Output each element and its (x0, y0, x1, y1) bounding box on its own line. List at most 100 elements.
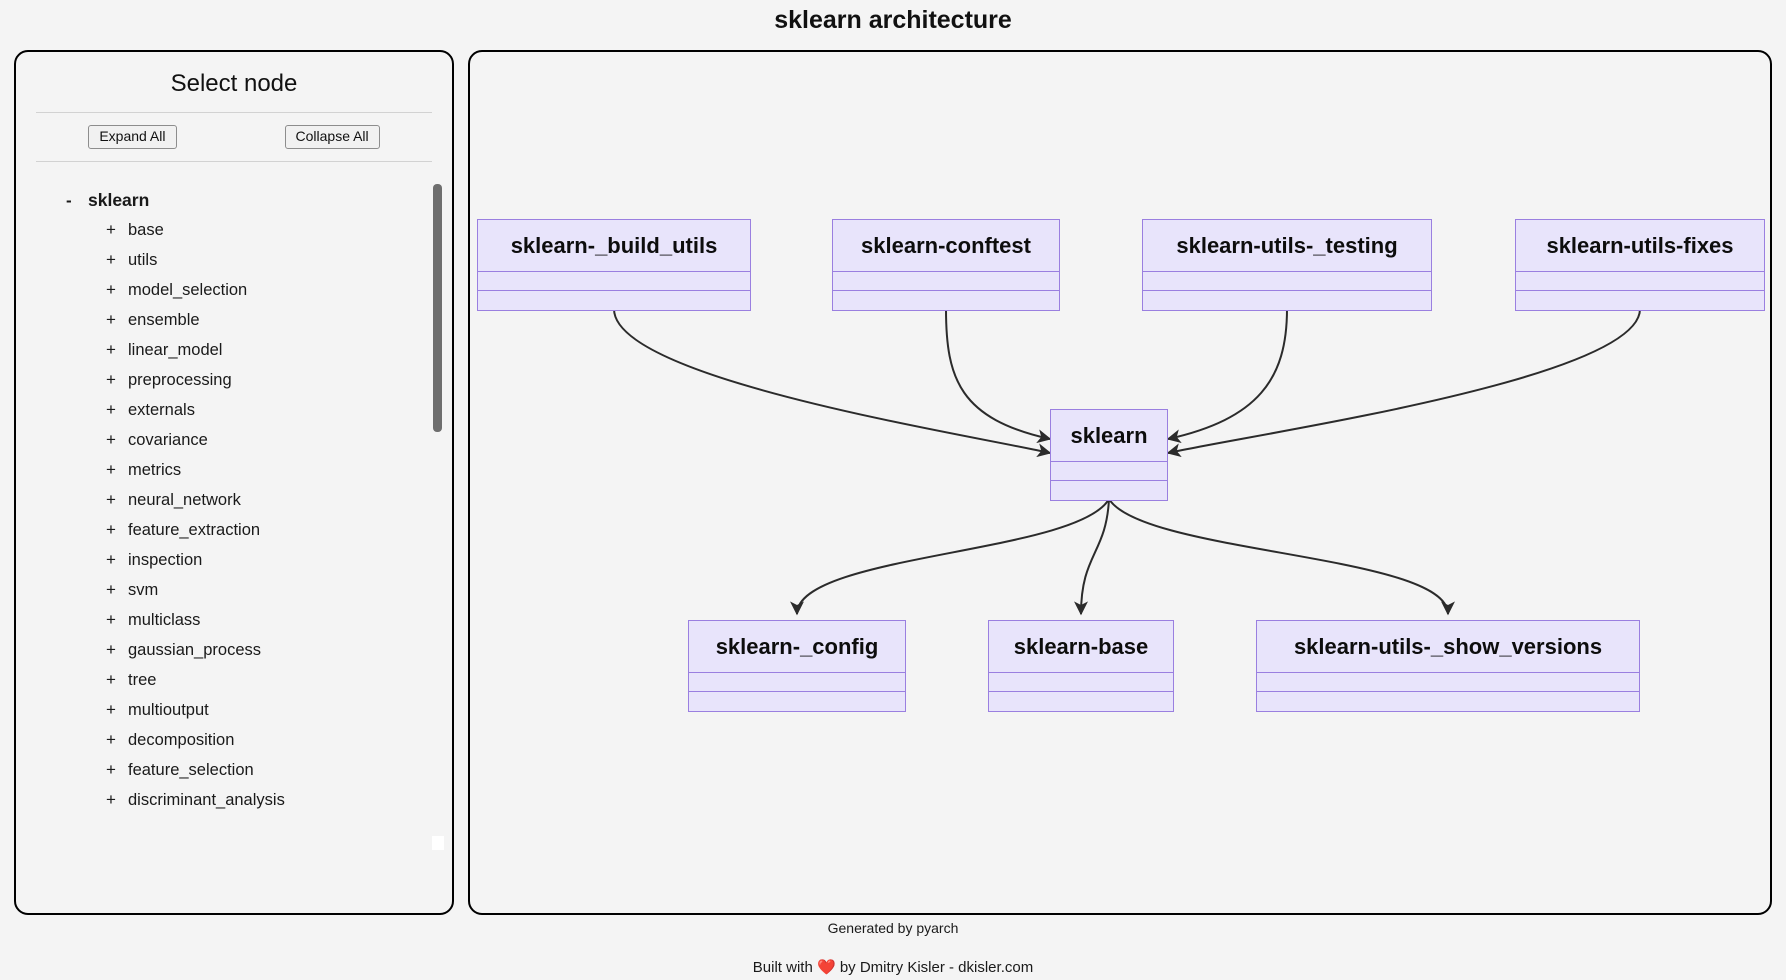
tree-item-label: utils (128, 251, 158, 270)
tree-item-tree[interactable]: + tree (16, 670, 452, 700)
tree-item-gaussian_process[interactable]: + gaussian_process (16, 640, 452, 670)
tree-item-label: linear_model (128, 341, 223, 360)
uml-node-sklearn[interactable]: sklearn (1050, 409, 1168, 501)
uml-node-methods-row (689, 692, 905, 711)
heart-icon: ❤️ (816, 959, 836, 976)
tree-item-neural_network[interactable]: + neural_network (16, 490, 452, 520)
uml-node-methods-row (478, 291, 750, 310)
expand-icon[interactable]: + (106, 610, 128, 630)
uml-node-title: sklearn-conftest (833, 220, 1059, 272)
uml-node-title: sklearn-utils-_testing (1143, 220, 1431, 272)
tree-item-label: metrics (128, 461, 182, 480)
panel-title: Select node (170, 70, 298, 97)
tree-scrollbar-marker (432, 836, 444, 851)
tree-item-label: tree (128, 671, 157, 690)
footer-credits: Built with ❤️ by Dmitry Kisler - dkisler… (0, 958, 1786, 976)
uml-node-conftest[interactable]: sklearn-conftest (832, 219, 1060, 311)
page-title: sklearn architecture (774, 6, 1012, 34)
expand-icon[interactable]: + (106, 520, 128, 540)
tree-item-model_selection[interactable]: + model_selection (16, 280, 452, 310)
expand-icon[interactable]: + (106, 760, 128, 780)
collapse-icon[interactable]: - (66, 191, 88, 211)
tree-item-label: decomposition (128, 731, 235, 750)
uml-node-base[interactable]: sklearn-base (988, 620, 1174, 712)
tree-scroll-area: - sklearn + base + utils + model_selection + ense… (16, 176, 452, 852)
expand-icon[interactable]: + (106, 280, 128, 300)
expand-icon[interactable]: + (106, 580, 128, 600)
expand-icon[interactable]: + (106, 730, 128, 750)
tree-scrollbar-thumb[interactable] (433, 184, 442, 433)
tree-item-externals[interactable]: + externals (16, 400, 452, 430)
uml-node-attributes-row (1051, 462, 1167, 481)
uml-node-attributes-row (1257, 673, 1639, 692)
edge-utils_testing-to-sklearn (1166, 308, 1288, 444)
edge-build_utils-to-sklearn (613, 308, 1052, 458)
expand-icon[interactable]: + (106, 550, 128, 570)
tree-item-linear_model[interactable]: + linear_model (16, 340, 452, 370)
app-root: sklearn architecture Select node Expand … (0, 0, 1786, 980)
edge-utils_fixes-to-sklearn (1166, 308, 1641, 458)
edge-sklearn-to-config (790, 498, 1110, 616)
footer-built-suffix: by Dmitry Kisler - dkisler.com (835, 959, 1034, 976)
uml-node-methods-row (989, 692, 1173, 711)
tree-item-utils[interactable]: + utils (16, 250, 452, 280)
tree-item-multioutput[interactable]: + multioutput (16, 700, 452, 730)
uml-node-config[interactable]: sklearn-_config (688, 620, 906, 712)
node-selector-panel: Select node Expand All Collapse All - skl… (14, 50, 454, 915)
expand-icon[interactable]: + (106, 370, 128, 390)
edge-sklearn-to-base (1074, 498, 1110, 616)
expand-icon[interactable]: + (106, 460, 128, 480)
expand-icon[interactable]: + (106, 220, 128, 240)
expand-all-button[interactable]: Expand All (88, 125, 177, 150)
uml-node-methods-row (1051, 481, 1167, 500)
expand-icon[interactable]: + (106, 400, 128, 420)
tree-item-feature_extraction[interactable]: + feature_extraction (16, 520, 452, 550)
tree-item-base[interactable]: + base (16, 220, 452, 250)
tree-item-label: preprocessing (128, 371, 232, 390)
tree-item-decomposition[interactable]: + decomposition (16, 730, 452, 760)
tree-item-label: discriminant_analysis (128, 791, 285, 810)
tree-item-sklearn[interactable]: - sklearn (16, 190, 452, 220)
expand-icon[interactable]: + (106, 250, 128, 270)
expand-icon[interactable]: + (106, 340, 128, 360)
uml-node-utils_fixes[interactable]: sklearn-utils-fixes (1515, 219, 1765, 311)
tree-item-preprocessing[interactable]: + preprocessing (16, 370, 452, 400)
expand-icon[interactable]: + (106, 670, 128, 690)
tree-item-label: gaussian_process (128, 641, 261, 660)
uml-node-title: sklearn (1051, 410, 1167, 462)
tree-controls: Expand All Collapse All (16, 113, 452, 161)
tree-item-label: ensemble (128, 311, 200, 330)
tree-item-covariance[interactable]: + covariance (16, 430, 452, 460)
collapse-all-button[interactable]: Collapse All (284, 125, 380, 150)
tree-item-inspection[interactable]: + inspection (16, 550, 452, 580)
footer-generated-by: Generated by pyarch (827, 920, 959, 936)
uml-node-utils_testing[interactable]: sklearn-utils-_testing (1142, 219, 1432, 311)
uml-node-attributes-row (833, 272, 1059, 291)
expand-icon[interactable]: + (106, 700, 128, 720)
uml-node-title: sklearn-_build_utils (478, 220, 750, 272)
uml-node-methods-row (1143, 291, 1431, 310)
tree-item-metrics[interactable]: + metrics (16, 460, 452, 490)
expand-icon[interactable]: + (106, 790, 128, 810)
tree-item-multiclass[interactable]: + multiclass (16, 610, 452, 640)
expand-icon[interactable]: + (106, 490, 128, 510)
tree-item-feature_selection[interactable]: + feature_selection (16, 760, 452, 790)
uml-node-methods-row (833, 291, 1059, 310)
architecture-canvas: sklearn-_build_utils sklearn-conftest skle… (468, 50, 1772, 915)
uml-node-methods-row (1516, 291, 1764, 310)
uml-node-title: sklearn-_config (689, 621, 905, 673)
tree-item-ensemble[interactable]: + ensemble (16, 310, 452, 340)
tree-item-label: multioutput (128, 701, 209, 720)
tree-item-label: svm (128, 581, 159, 600)
tree-item-label: base (128, 221, 164, 240)
expand-icon[interactable]: + (106, 640, 128, 660)
uml-node-attributes-row (989, 673, 1173, 692)
uml-node-show_versions[interactable]: sklearn-utils-_show_versions (1256, 620, 1640, 712)
expand-icon[interactable]: + (106, 310, 128, 330)
tree-item-discriminant_analysis[interactable]: + discriminant_analysis (16, 790, 452, 820)
expand-icon[interactable]: + (106, 430, 128, 450)
uml-node-attributes-row (689, 673, 905, 692)
uml-node-attributes-row (478, 272, 750, 291)
uml-node-build_utils[interactable]: sklearn-_build_utils (477, 219, 751, 311)
tree-item-svm[interactable]: + svm (16, 580, 452, 610)
